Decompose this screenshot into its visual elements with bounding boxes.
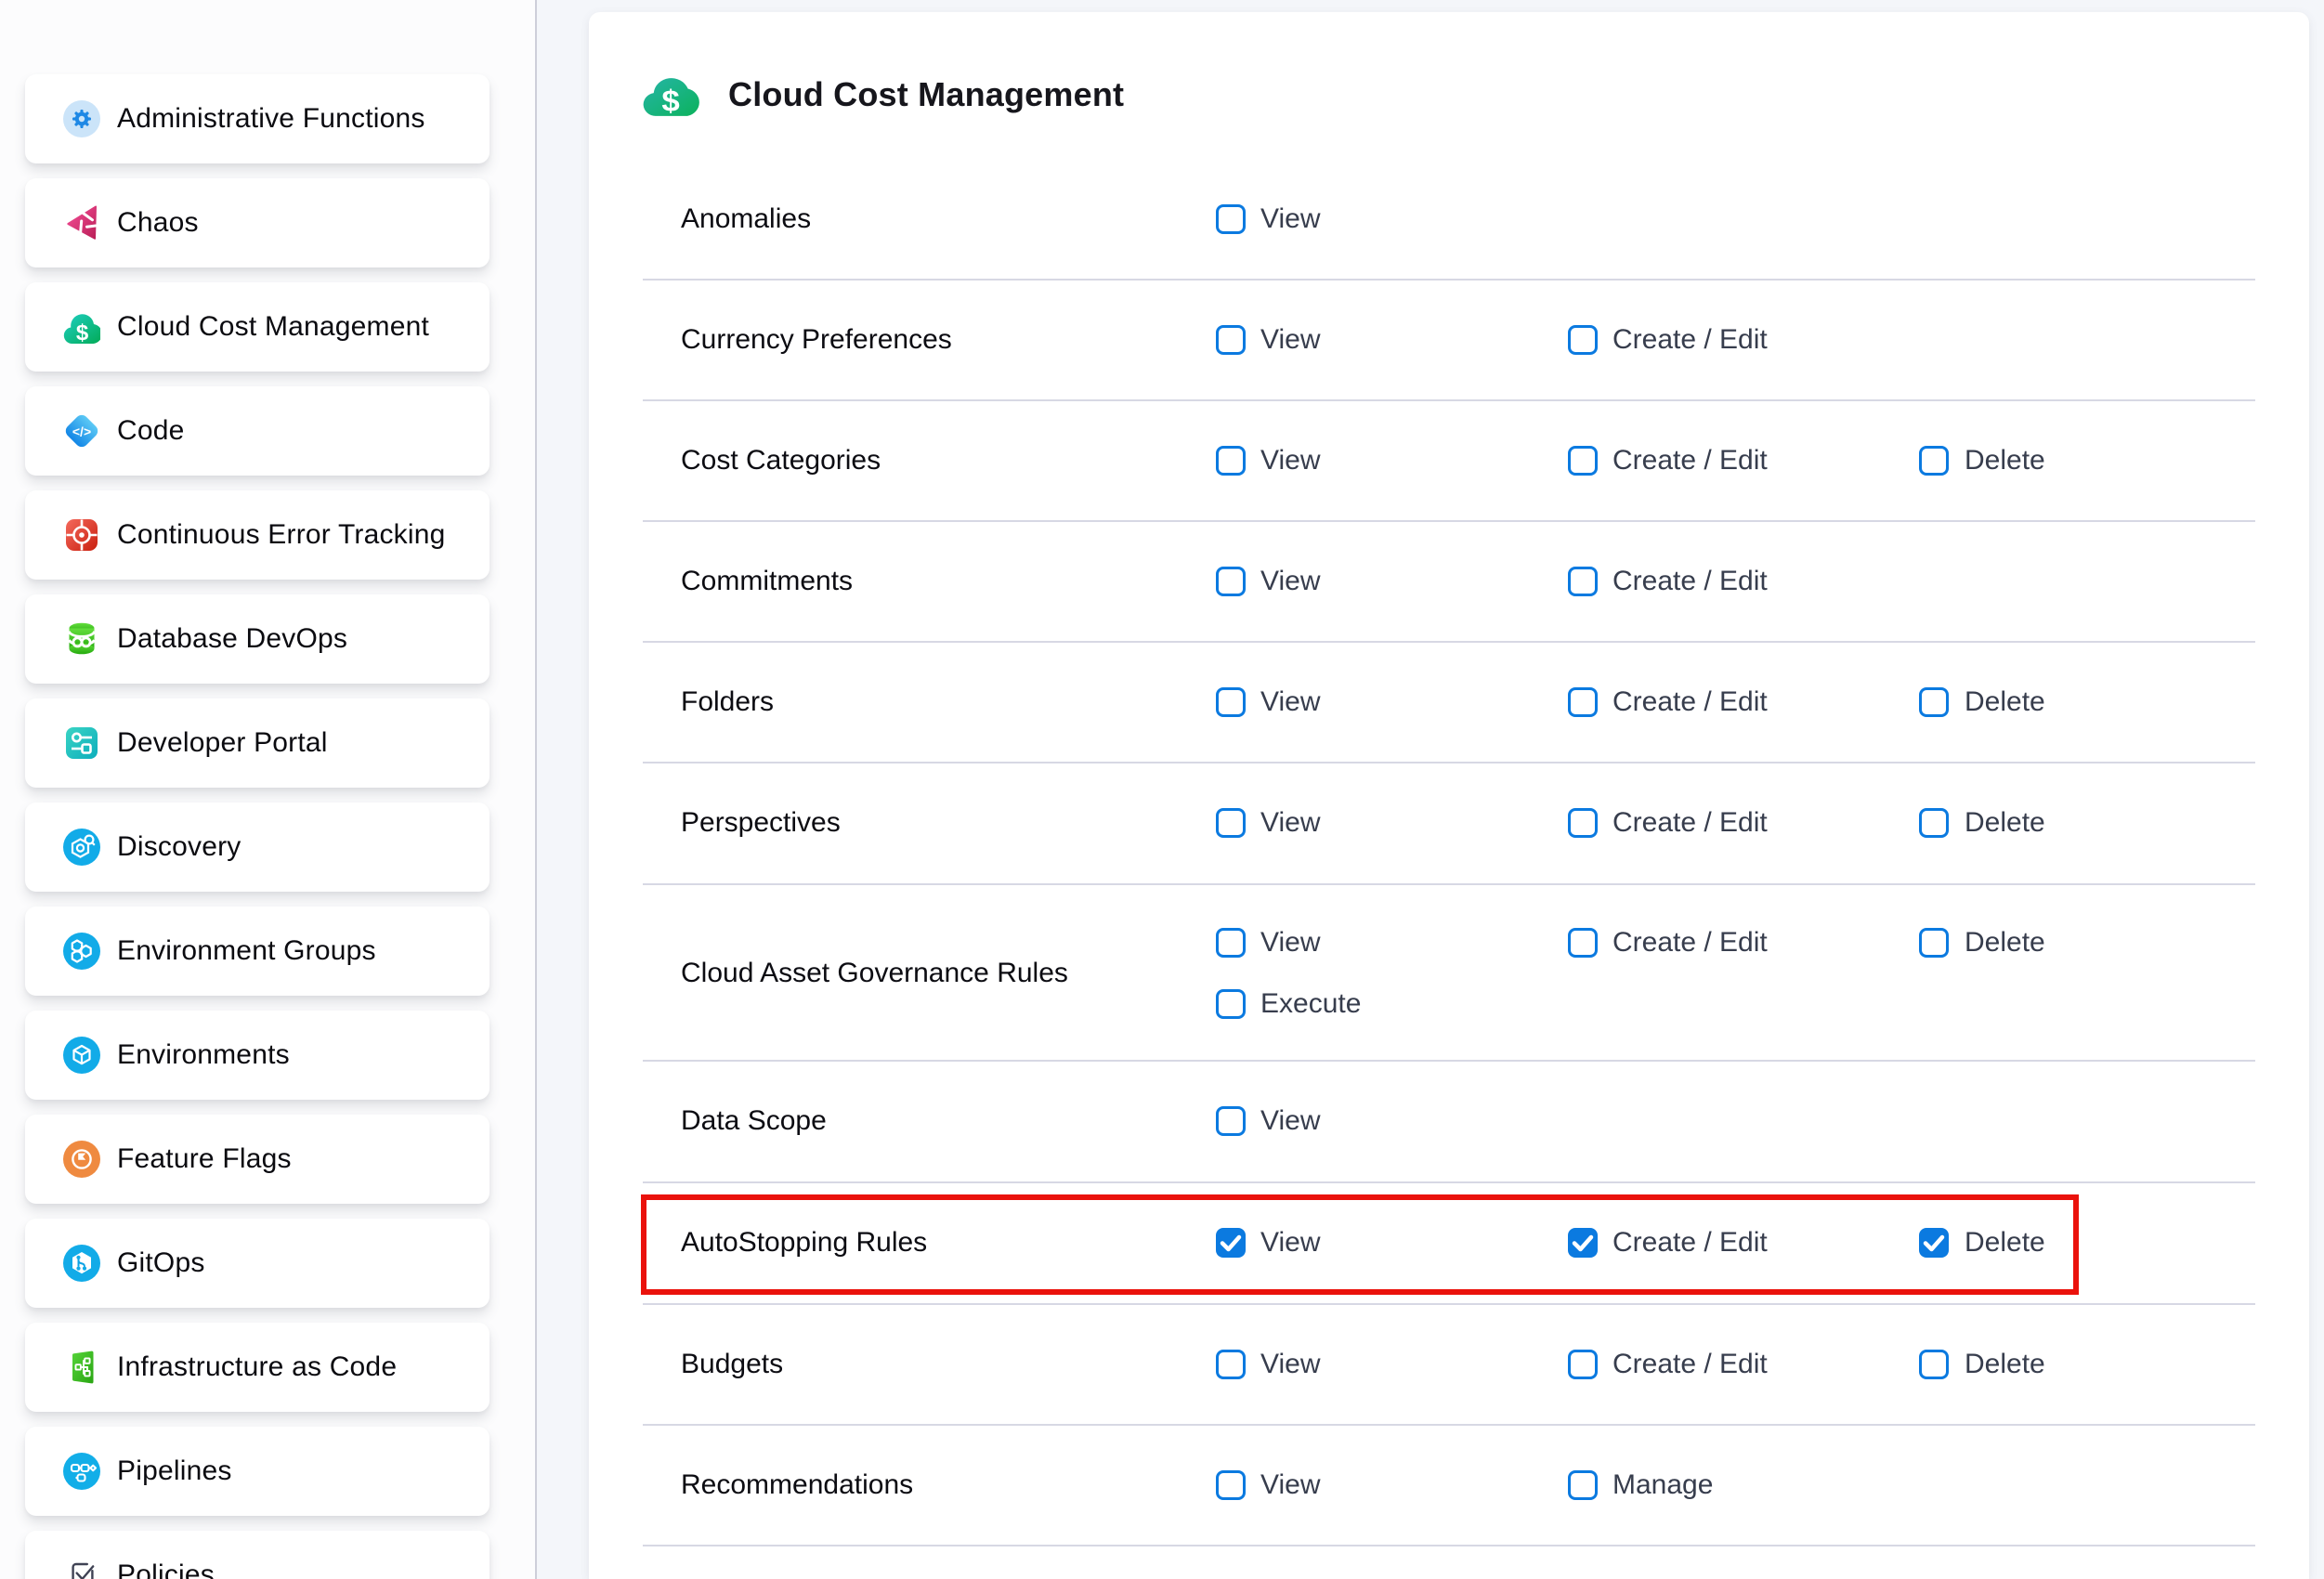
svg-text:</>: </> <box>72 424 91 439</box>
svg-text:$: $ <box>76 320 89 346</box>
svg-text:$: $ <box>661 85 680 118</box>
